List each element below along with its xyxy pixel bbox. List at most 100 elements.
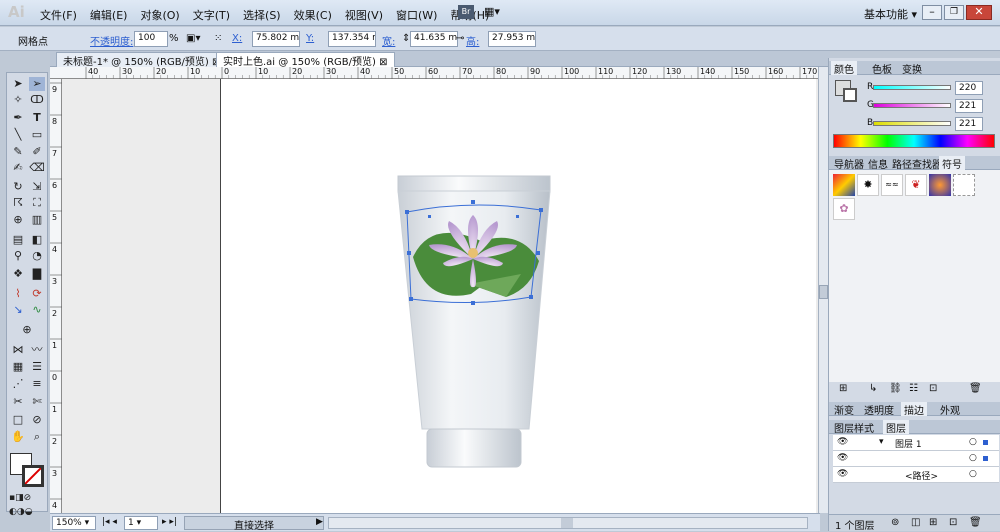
layer-row[interactable]: 👁 ▾ 图层 1 ○ <box>833 435 999 451</box>
style-swatch-icon[interactable]: ▣▾ <box>186 33 200 44</box>
rotate-tool-icon[interactable]: ↻ <box>10 180 26 194</box>
tab-stroke[interactable]: 描边 <box>901 402 927 417</box>
b-input[interactable]: 221 <box>955 117 983 131</box>
menu-object[interactable]: 对象(O) <box>140 7 179 23</box>
vertical-scrollbar[interactable] <box>818 67 828 513</box>
rectangle-tool-icon[interactable]: ▭ <box>29 128 45 142</box>
scrollbar-thumb[interactable] <box>561 518 573 528</box>
x-input[interactable]: 75.802 mm <box>252 31 300 47</box>
clipping-mask-icon[interactable]: ◫ <box>911 517 920 528</box>
tab-color[interactable]: 颜色 <box>831 61 857 76</box>
eye-icon[interactable]: 👁 <box>837 437 848 447</box>
menu-type[interactable]: 文字(T) <box>193 7 230 23</box>
symbol-thumb[interactable] <box>953 174 975 196</box>
workspace-switcher[interactable]: 基本功能 ▾ <box>864 6 917 22</box>
column-graph-icon[interactable]: ▦ <box>10 360 26 374</box>
link-proportions-icon[interactable]: ⊸ <box>456 33 464 44</box>
delete-layer-icon[interactable]: 🗑 <box>969 517 982 528</box>
bridge-icon[interactable]: Br <box>458 5 474 19</box>
wave-icon[interactable]: 〰 <box>29 343 45 357</box>
eyedropper-icon[interactable]: ⚲ <box>10 249 26 263</box>
list-icon[interactable]: ≡ <box>29 377 45 391</box>
zoom-select[interactable]: 150% ▾ <box>52 516 96 530</box>
tab-info[interactable]: 信息 <box>865 156 891 171</box>
scale-tool-icon[interactable]: ⇲ <box>29 180 45 194</box>
r-input[interactable]: 220 <box>955 81 983 95</box>
pen-tool-icon[interactable]: ✒ <box>10 111 26 125</box>
tab-symbols[interactable]: 符号 <box>939 156 965 171</box>
new-sublayer-icon[interactable]: ⊞ <box>929 517 937 528</box>
symbol-thumb-lotus[interactable]: ✿ <box>833 198 855 220</box>
draw-mode-icon[interactable]: ◐◑◒ <box>9 505 33 519</box>
free-transform-icon[interactable]: ⛶ <box>29 196 45 210</box>
tab-transform[interactable]: 变换 <box>899 61 925 76</box>
target-icon[interactable]: ○ <box>969 437 977 447</box>
tab-live-paint[interactable]: 实时上色.ai @ 150% (RGB/预览) ⊠ <box>216 52 395 68</box>
restore-button[interactable]: ❐ <box>944 5 964 20</box>
hand-tool-icon[interactable]: ✋ <box>10 430 26 444</box>
slice-icon[interactable]: ⊘ <box>29 413 45 427</box>
graph-tool-icon[interactable]: ▇ <box>29 267 45 281</box>
lasso-icon[interactable]: ↀ <box>29 93 45 107</box>
locate-object-icon[interactable]: ⊚ <box>891 517 899 528</box>
delete-symbol-icon[interactable]: 🗑 <box>969 383 982 394</box>
warp-tool-icon[interactable]: ☈ <box>10 196 26 210</box>
eraser-icon[interactable]: ⌫ <box>29 161 45 175</box>
layer-row[interactable]: 👁 ○ <box>833 451 999 467</box>
break-link-icon[interactable]: ⛓ <box>889 383 902 394</box>
envelope-icon[interactable]: ⋈ <box>10 343 26 357</box>
symbol-thumb[interactable]: ❦ <box>905 174 927 196</box>
place-symbol-icon[interactable]: ↳ <box>869 383 877 394</box>
knife-icon[interactable]: ✂ <box>10 395 26 409</box>
stroke-swatch[interactable] <box>22 465 44 487</box>
shape-builder-icon[interactable]: ⊕ <box>10 213 26 227</box>
status-menu-icon[interactable]: ▶ <box>316 517 323 527</box>
artboard-icon[interactable]: □ <box>10 413 26 427</box>
color-mode-icon[interactable]: ▪◨⊘ <box>9 491 31 505</box>
color-spectrum[interactable] <box>833 134 995 148</box>
selection-tool-icon[interactable]: ➤ <box>10 77 26 91</box>
symbol-thumb[interactable] <box>929 174 951 196</box>
arrange-documents-icon[interactable]: ▦▾ <box>484 5 508 19</box>
next-artboard-icon[interactable]: ▸ ▸| <box>162 517 177 527</box>
symbol-thumb[interactable] <box>833 174 855 196</box>
magic-wand-icon[interactable]: ✧ <box>10 93 26 107</box>
tab-appearance[interactable]: 外观 <box>937 402 963 417</box>
width-tool-icon[interactable]: ⟳ <box>29 287 45 301</box>
prev-artboard-icon[interactable]: |◂ ◂ <box>102 517 117 527</box>
layer-row[interactable]: 👁 <路径> ○ <box>833 467 999 483</box>
tab-untitled[interactable]: 未标题-1* @ 150% (RGB/预览) ⊠ <box>56 52 228 68</box>
reference-point-icon[interactable]: ⁙ <box>214 33 222 44</box>
target-icon[interactable]: ○ <box>969 469 977 479</box>
perspective-grid-icon[interactable]: ▤ <box>10 233 26 247</box>
symbol-thumb[interactable]: ✸ <box>857 174 879 196</box>
menu-window[interactable]: 窗口(W) <box>396 7 437 23</box>
tab-gradient[interactable]: 渐变 <box>831 402 857 417</box>
artboard[interactable] <box>220 79 816 513</box>
menu-view[interactable]: 视图(V) <box>345 7 383 23</box>
crosshair-tool-icon[interactable]: ⊕ <box>19 323 35 337</box>
opacity-label[interactable]: 不透明度: <box>90 33 133 48</box>
live-paint-icon[interactable]: ▥ <box>29 213 45 227</box>
color-stroke-swatch[interactable] <box>843 88 857 102</box>
y-input[interactable]: 137.354 mm <box>328 31 376 47</box>
new-symbol-icon[interactable]: ⊡ <box>929 383 937 394</box>
menu-select[interactable]: 选择(S) <box>243 7 281 23</box>
artboard-number-select[interactable]: 1 ▾ <box>124 516 158 530</box>
eye-icon[interactable]: 👁 <box>837 469 848 479</box>
scrollbar-thumb[interactable] <box>819 285 828 299</box>
symbol-library-icon[interactable]: ⊞ <box>839 383 847 394</box>
g-input[interactable]: 221 <box>955 99 983 113</box>
stacked-graph-icon[interactable]: ☰ <box>29 360 45 374</box>
target-icon[interactable]: ○ <box>969 453 977 463</box>
blend-tool-icon[interactable]: ◔ <box>29 249 45 263</box>
gradient-tool-icon[interactable]: ◧ <box>29 233 45 247</box>
expand-arrow-icon[interactable]: ▾ <box>879 437 884 447</box>
symbol-sprayer-icon[interactable]: ❖ <box>10 267 26 281</box>
new-layer-icon[interactable]: ⊡ <box>949 517 957 528</box>
tab-transparency[interactable]: 透明度 <box>861 402 897 417</box>
tab-pathfinder[interactable]: 路径查找器 <box>889 156 945 171</box>
menu-file[interactable]: 文件(F) <box>40 7 77 23</box>
menu-edit[interactable]: 编辑(E) <box>90 7 128 23</box>
artboard-tool-icon[interactable]: ↘ <box>10 303 26 317</box>
